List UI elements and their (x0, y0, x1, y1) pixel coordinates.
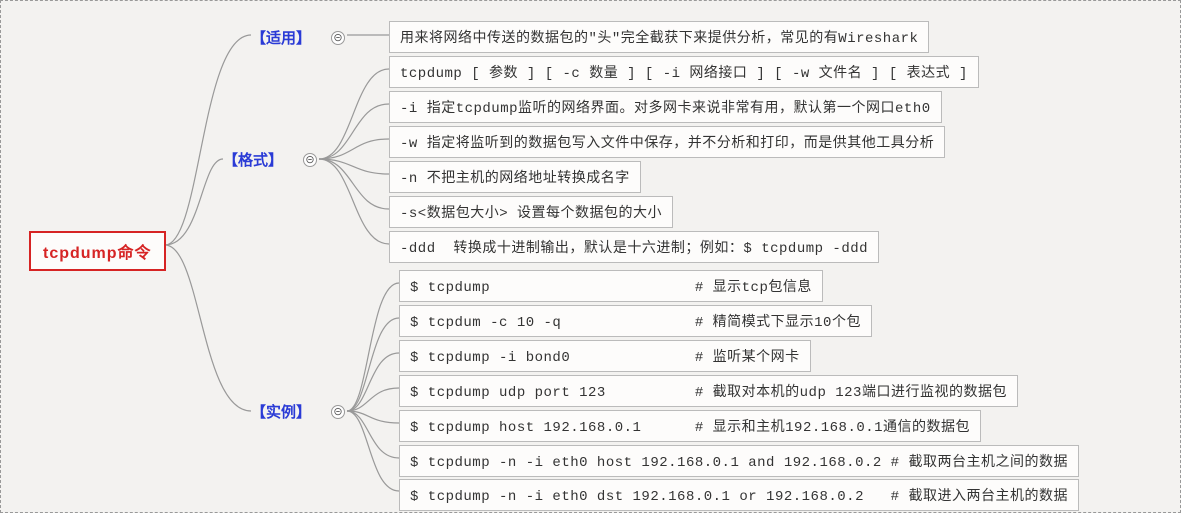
leaf-format-2[interactable]: -i 指定tcpdump监听的网络界面。对多网卡来说非常有用，默认第一个网口et… (389, 91, 942, 123)
leaf-example-3[interactable]: $ tcpdump -i bond0 # 监听某个网卡 (399, 340, 811, 372)
leaf-example-4[interactable]: $ tcpdump udp port 123 # 截取对本机的udp 123端口… (399, 375, 1018, 407)
branch-format-label: 【格式】 (223, 152, 283, 169)
leaf-format-1[interactable]: tcpdump [ 参数 ] [ -c 数量 ] [ -i 网络接口 ] [ -… (389, 56, 979, 88)
mindmap-canvas: tcpdump命令 【适用】 ⊝ 【格式】 ⊝ 【实例】 ⊝ 用来将网络中传送的… (0, 0, 1181, 513)
leaf-example-1[interactable]: $ tcpdump # 显示tcp包信息 (399, 270, 823, 302)
branch-usage-label: 【适用】 (251, 30, 311, 47)
branch-example[interactable]: 【实例】 (251, 401, 311, 422)
collapse-icon[interactable]: ⊝ (331, 405, 345, 419)
leaf-example-2[interactable]: $ tcpdum -c 10 -q # 精简模式下显示10个包 (399, 305, 872, 337)
leaf-format-4[interactable]: -n 不把主机的网络地址转换成名字 (389, 161, 641, 193)
root-title: tcpdump命令 (43, 245, 152, 262)
leaf-format-3[interactable]: -w 指定将监听到的数据包写入文件中保存，并不分析和打印，而是供其他工具分析 (389, 126, 945, 158)
leaf-example-5[interactable]: $ tcpdump host 192.168.0.1 # 显示和主机192.16… (399, 410, 981, 442)
leaf-format-5[interactable]: -s<数据包大小> 设置每个数据包的大小 (389, 196, 673, 228)
collapse-icon[interactable]: ⊝ (303, 153, 317, 167)
branch-example-label: 【实例】 (251, 404, 311, 421)
leaf-example-6[interactable]: $ tcpdump -n -i eth0 host 192.168.0.1 an… (399, 445, 1079, 477)
branch-usage[interactable]: 【适用】 (251, 27, 311, 48)
leaf-format-6[interactable]: -ddd 转换成十进制输出，默认是十六进制；例如：$ tcpdump -ddd (389, 231, 879, 263)
leaf-example-7[interactable]: $ tcpdump -n -i eth0 dst 192.168.0.1 or … (399, 479, 1079, 511)
collapse-icon[interactable]: ⊝ (331, 31, 345, 45)
leaf-usage-1[interactable]: 用来将网络中传送的数据包的"头"完全截获下来提供分析，常见的有Wireshark (389, 21, 929, 53)
root-node[interactable]: tcpdump命令 (29, 231, 166, 271)
branch-format[interactable]: 【格式】 (223, 149, 283, 170)
